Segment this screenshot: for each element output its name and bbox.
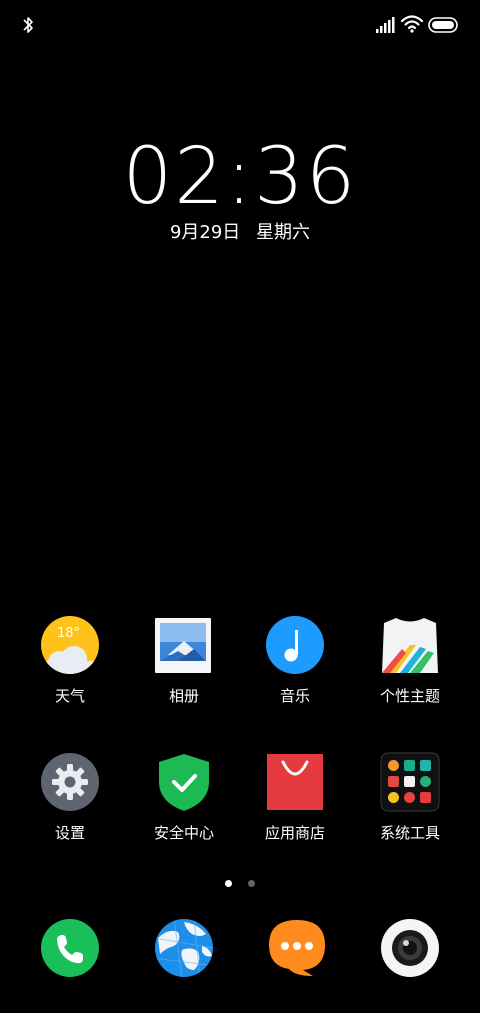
signal-icon (376, 17, 395, 33)
app-weather[interactable]: 18° 天气 (15, 615, 125, 707)
messages-icon (269, 920, 325, 976)
browser-icon (155, 919, 213, 977)
themes-icon (380, 615, 440, 675)
app-label: 应用商店 (264, 824, 325, 842)
app-label: 相册 (168, 687, 199, 705)
settings-icon (40, 752, 100, 812)
dock-messages[interactable] (267, 918, 327, 978)
app-label: 个性主题 (379, 687, 440, 705)
lock-clock-date: 9月29日 星期六 (0, 220, 480, 246)
dock-browser[interactable] (154, 918, 214, 978)
lock-clock-time[interactable]: 02:36 (0, 137, 480, 217)
dock-camera[interactable] (380, 918, 440, 978)
app-label: 系统工具 (379, 824, 440, 842)
app-store[interactable]: 应用商店 (240, 752, 350, 844)
status-bar (0, 0, 480, 50)
folder-system-tools[interactable]: 系统工具 (355, 752, 465, 844)
page-indicator[interactable] (0, 872, 480, 887)
app-settings[interactable]: 设置 (15, 752, 125, 844)
app-themes[interactable]: 个性主题 (355, 615, 465, 707)
app-label: 音乐 (279, 687, 310, 705)
weather-temperature: 18° (57, 626, 81, 641)
page-dot-active[interactable] (225, 880, 233, 887)
page-dot[interactable] (247, 880, 255, 887)
gallery-icon (154, 615, 214, 675)
date-text: 9月29日 (169, 222, 241, 243)
camera-icon (381, 919, 439, 977)
weather-icon: 18° (40, 615, 100, 675)
music-icon (265, 615, 325, 675)
battery-icon (428, 17, 458, 33)
system-tools-folder-icon (380, 752, 440, 812)
security-icon (154, 752, 214, 812)
app-music[interactable]: 音乐 (240, 615, 350, 707)
app-label: 天气 (54, 687, 85, 705)
wifi-icon (401, 15, 423, 33)
dock-phone[interactable] (40, 918, 100, 978)
app-label: 设置 (54, 824, 85, 842)
bluetooth-icon (23, 17, 33, 33)
app-label: 安全中心 (153, 824, 214, 842)
app-gallery[interactable]: 相册 (129, 615, 239, 707)
weekday-text: 星期六 (256, 222, 311, 243)
app-store-icon (265, 752, 325, 812)
app-security-center[interactable]: 安全中心 (129, 752, 239, 844)
phone-icon (41, 919, 99, 977)
